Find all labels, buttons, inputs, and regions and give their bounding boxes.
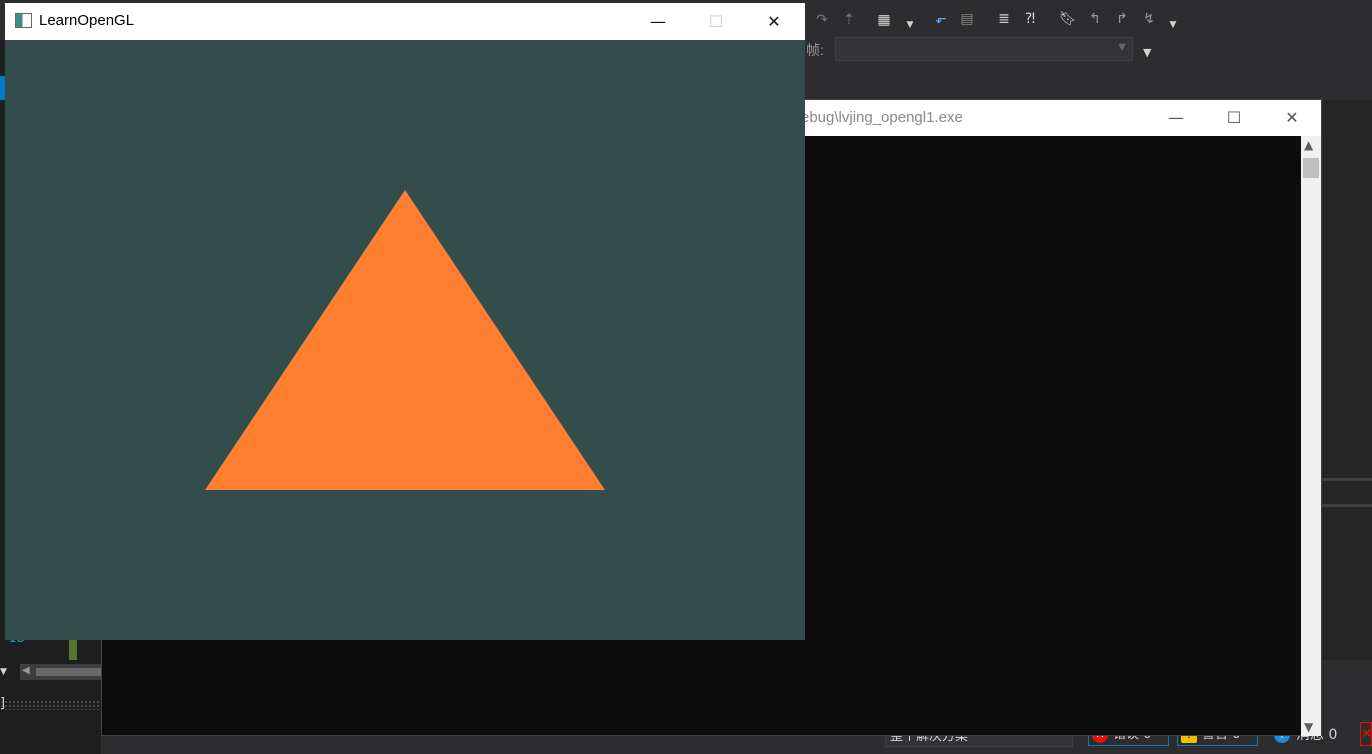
scroll-thumb[interactable]: [1303, 158, 1319, 178]
stack-frame-icon[interactable]: ▤: [958, 10, 976, 28]
right-bottom-panel: [1322, 660, 1372, 720]
frame-label: 帧:: [806, 42, 824, 58]
editor-area: [0, 640, 101, 754]
comment-icon[interactable]: ⁈: [1021, 10, 1039, 28]
frame-select[interactable]: ▼: [835, 37, 1133, 61]
indent-icon[interactable]: ≣: [995, 10, 1013, 28]
window-title: LearnOpenGL: [39, 12, 135, 29]
panel-splitter[interactable]: [1322, 504, 1372, 507]
right-panel: [1322, 100, 1372, 660]
change-marker: [69, 640, 77, 660]
scroll-down-icon[interactable]: ▼: [1304, 720, 1313, 734]
maximize-button[interactable]: ☐: [687, 3, 745, 40]
chevron-down-icon: ▼: [1118, 42, 1126, 53]
step-out-icon[interactable]: ⇡: [840, 11, 858, 29]
splitter-grip[interactable]: [0, 700, 101, 710]
close-button[interactable]: ✕: [745, 3, 803, 40]
dropdown-icon[interactable]: ▼: [901, 16, 919, 34]
console-title: ebug\lvjing_opengl1.exe: [801, 109, 963, 126]
scroll-thumb[interactable]: [36, 668, 101, 676]
vs-toolbar: ↷ ⇡ ▦ ▼ ⬐ ▤ ≣ ⁈ 🔖︎ ↰ ↱ ↯ ▼: [805, 0, 1372, 40]
hex-display-icon[interactable]: ▦: [875, 11, 893, 29]
prev-bookmark-icon[interactable]: ↰: [1086, 10, 1104, 28]
console-maximize-button[interactable]: ☐: [1205, 100, 1263, 136]
clear-icon[interactable]: ✕: [1360, 722, 1372, 746]
next-bookmark-icon[interactable]: ↱: [1113, 10, 1131, 28]
overflow-icon[interactable]: ▼: [1164, 16, 1182, 34]
redo-icon[interactable]: ↷: [813, 11, 831, 29]
minimize-button[interactable]: —: [629, 3, 687, 40]
app-icon: [15, 13, 32, 28]
console-minimize-button[interactable]: —: [1147, 100, 1205, 136]
editor-hscrollbar[interactable]: ◀: [20, 664, 101, 680]
scroll-up-icon[interactable]: ▲: [1304, 138, 1313, 152]
bookmark-icon[interactable]: 🔖︎: [1059, 10, 1077, 28]
console-close-button[interactable]: ✕: [1263, 100, 1321, 136]
clear-bookmark-icon[interactable]: ↯: [1140, 10, 1158, 28]
panel-splitter[interactable]: [1322, 478, 1372, 481]
show-threads-icon[interactable]: ⬐: [932, 10, 950, 28]
opengl-window[interactable]: LearnOpenGL — ☐ ✕: [5, 3, 805, 640]
opengl-titlebar[interactable]: LearnOpenGL — ☐ ✕: [5, 3, 805, 40]
chevron-down-icon[interactable]: ▼: [0, 664, 18, 680]
overflow-icon[interactable]: ▼: [1143, 46, 1151, 59]
scroll-left-icon[interactable]: ◀: [22, 665, 30, 676]
console-vscrollbar[interactable]: ▲ ▼: [1301, 136, 1321, 736]
opengl-canvas[interactable]: [5, 40, 805, 640]
